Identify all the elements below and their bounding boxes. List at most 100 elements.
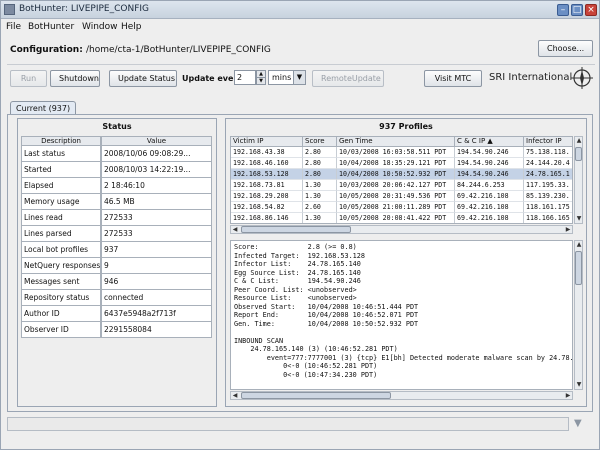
column-header-infector-ip[interactable]: Infector IP (524, 137, 572, 147)
scroll-up-icon[interactable]: ▲ (575, 137, 583, 144)
shutdown-button[interactable]: Shutdown (50, 70, 100, 87)
column-header-value[interactable]: Value (101, 136, 212, 146)
column-header-victim-ip[interactable]: Victim IP (231, 137, 303, 147)
profile-cell: 192.168.54.82 (231, 202, 303, 213)
column-header-description[interactable]: Description (21, 136, 101, 146)
profile-cell: 24.78.165.1 (524, 169, 572, 180)
menu-window[interactable]: Window (82, 22, 118, 32)
status-description-cell: Started (21, 162, 101, 178)
table-row[interactable]: 192.168.53.128 2.80 10/04/2008 10:50:52.93… (231, 169, 572, 180)
column-header-cc-ip[interactable]: C & C IP ▲ (455, 137, 524, 147)
profile-cell: 10/05/2008 20:31:49.536 PDT (337, 191, 455, 202)
status-value-cell: 937 (101, 242, 212, 258)
window-title: BotHunter: LIVEPIPE_CONFIG (19, 4, 149, 14)
table-row[interactable]: 192.168.43.38 2.80 10/03/2008 16:03:58.511… (231, 147, 572, 158)
visit-mtc-button[interactable]: Visit MTC (424, 70, 482, 87)
profile-cell: 2.80 (303, 147, 337, 158)
profiles-vertical-scrollbar[interactable]: ▲ ▼ (574, 136, 583, 224)
status-value-cell: connected (101, 290, 212, 306)
status-table: Description Value Last status 2008/10/06 … (21, 136, 212, 338)
profile-cell: 192.168.73.81 (231, 180, 303, 191)
table-row[interactable]: NetQuery responses 9 (21, 258, 212, 274)
menu-bothunter[interactable]: BotHunter (28, 22, 74, 32)
status-value-cell: 9 (101, 258, 212, 274)
status-description-cell: Elapsed (21, 178, 101, 194)
run-button[interactable]: Run (10, 70, 47, 87)
table-row[interactable]: 192.168.54.82 2.60 10/05/2008 21:00:11.289… (231, 202, 572, 213)
detail-vertical-scrollbar[interactable]: ▲ ▼ (574, 240, 583, 390)
choose-button[interactable]: Choose... (538, 40, 593, 57)
update-interval-field[interactable]: 2 (234, 70, 256, 85)
detail-line: Report End: 10/04/2008 10:46:52.071 PDT (234, 311, 419, 319)
tab-current[interactable]: Current (937) (10, 101, 77, 115)
table-row[interactable]: Last status 2008/10/06 09:08:29... (21, 146, 212, 162)
profile-cell: 2.80 (303, 158, 337, 169)
scroll-left-icon[interactable]: ◀ (231, 226, 239, 233)
profile-cell: 85.139.230. (524, 191, 572, 202)
table-row[interactable]: Elapsed 2 18:46:10 (21, 178, 212, 194)
status-description-cell: Memory usage (21, 194, 101, 210)
detail-line: Observed Start: 10/04/2008 10:46:51.444 … (234, 302, 419, 311)
update-status-button[interactable]: Update Status (109, 70, 177, 87)
menu-file[interactable]: File (6, 22, 21, 32)
table-row[interactable]: Observer ID 2291558084 (21, 322, 212, 338)
status-description-cell: Last status (21, 146, 101, 162)
config-row: Configuration: /home/cta-1/BotHunter/LIV… (10, 45, 271, 55)
status-value-cell: 2291558084 (101, 322, 212, 338)
profile-cell: 192.168.86.146 (231, 213, 303, 223)
scroll-thumb[interactable] (241, 226, 351, 233)
column-header-gen-time[interactable]: Gen Time (337, 137, 455, 147)
profile-cell: 24.144.20.4 (524, 158, 572, 169)
scroll-thumb[interactable] (575, 251, 582, 285)
scroll-up-icon[interactable]: ▲ (575, 241, 583, 248)
close-icon[interactable]: × (585, 4, 597, 16)
scroll-down-icon[interactable]: ▼ (575, 381, 583, 388)
status-description-cell: Author ID (21, 306, 101, 322)
table-row[interactable]: Messages sent 946 (21, 274, 212, 290)
menu-help[interactable]: Help (121, 22, 142, 32)
remote-update-button[interactable]: RemoteUpdate (312, 70, 384, 87)
scroll-right-icon[interactable]: ▶ (564, 226, 572, 233)
table-row[interactable]: Lines parsed 272533 (21, 226, 212, 242)
profiles-panel: 937 Profiles Victim IP Score Gen Time C … (225, 118, 587, 407)
status-value-cell: 46.5 MB (101, 194, 212, 210)
profile-cell: 69.42.216.108 (455, 191, 524, 202)
scroll-down-icon[interactable]: ▼ (575, 215, 583, 222)
minimize-icon[interactable]: – (557, 4, 569, 16)
detail-horizontal-scrollbar[interactable]: ◀ ▶ (230, 391, 573, 400)
table-row[interactable]: 192.168.73.81 1.30 10/03/2008 20:06:42.127… (231, 180, 572, 191)
profile-cell: 192.168.46.160 (231, 158, 303, 169)
scroll-left-icon[interactable]: ◀ (231, 392, 239, 399)
table-row[interactable]: 192.168.29.208 1.30 10/05/2008 20:31:49.53… (231, 191, 572, 202)
profile-detail-text[interactable]: Score: 2.8 (>= 0.8) Infected Target: 192.… (230, 240, 573, 390)
profile-cell: 192.168.53.128 (231, 169, 303, 180)
title-bar[interactable]: BotHunter: LIVEPIPE_CONFIG – □ × (1, 1, 599, 19)
status-description-cell: Observer ID (21, 322, 101, 338)
table-row[interactable]: Repository status connected (21, 290, 212, 306)
table-row[interactable]: Memory usage 46.5 MB (21, 194, 212, 210)
column-header-score[interactable]: Score (303, 137, 337, 147)
table-row[interactable]: Author ID 6437e5948a2f713f (21, 306, 212, 322)
chevron-down-icon[interactable]: ▼ (574, 418, 582, 429)
profiles-horizontal-scrollbar[interactable]: ◀ ▶ (230, 225, 573, 234)
profile-cell: 75.138.118. (524, 147, 572, 158)
table-row[interactable]: 192.168.86.146 1.30 10/05/2008 20:08:41.42… (231, 213, 572, 223)
maximize-icon[interactable]: □ (571, 4, 583, 16)
table-row[interactable]: 192.168.46.160 2.80 10/04/2008 18:35:29.12… (231, 158, 572, 169)
scroll-thumb[interactable] (575, 147, 582, 161)
status-description-cell: Local bot profiles (21, 242, 101, 258)
spinner-down-icon[interactable]: ▼ (256, 77, 266, 85)
profile-cell: 10/04/2008 10:50:52.932 PDT (337, 169, 455, 180)
detail-line: 0<-0 (10:46:52.281 PDT) (234, 362, 378, 370)
table-row[interactable]: Started 2008/10/03 14:22:19... (21, 162, 212, 178)
toolbar-divider (7, 64, 595, 65)
app-window: BotHunter: LIVEPIPE_CONFIG – □ × File Bo… (0, 0, 600, 450)
table-row[interactable]: Lines read 272533 (21, 210, 212, 226)
profiles-table: Victim IP Score Gen Time C & C IP ▲ Infe… (230, 136, 573, 224)
profile-cell: 118.166.165 (524, 213, 572, 223)
table-row[interactable]: Local bot profiles 937 (21, 242, 212, 258)
chevron-down-icon[interactable]: ▼ (293, 70, 306, 85)
detail-line: Egg Source List: 24.78.165.140 (234, 268, 361, 277)
scroll-thumb[interactable] (241, 392, 391, 399)
scroll-right-icon[interactable]: ▶ (564, 392, 572, 399)
